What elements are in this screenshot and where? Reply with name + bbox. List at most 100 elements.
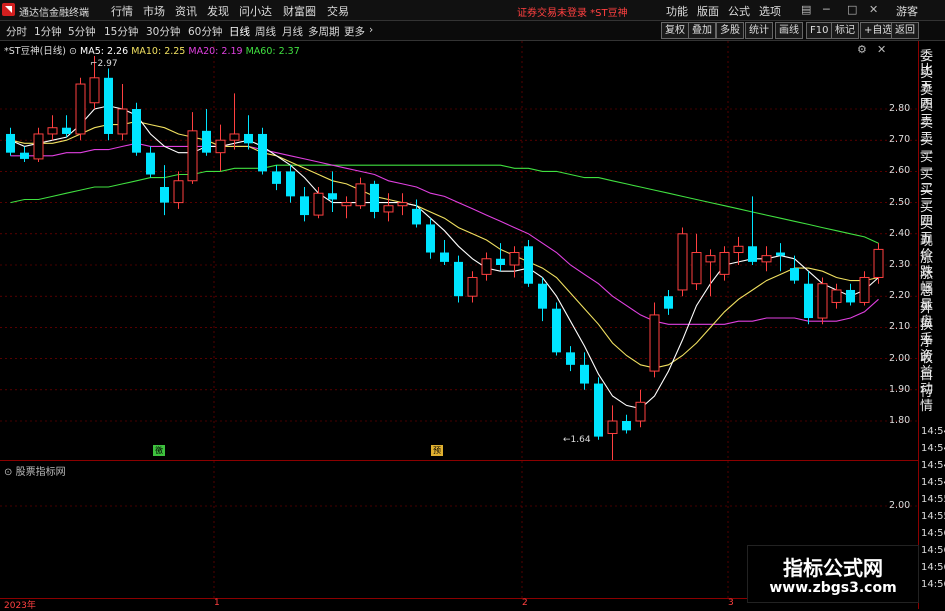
candle-48 [677,227,688,297]
period-tick[interactable]: 分时 [6,24,27,39]
candlestick-chart[interactable] [0,41,918,460]
back-button[interactable]: 返回 [891,22,919,39]
event-badge-1[interactable]: 徼 [153,445,165,456]
candle-47 [664,289,673,315]
watermark: 指标公式网 www.zbgs3.com [747,545,919,603]
candle-body-29 [412,208,421,225]
candle-51 [719,246,730,281]
candle-1 [20,146,29,163]
candle-body-48 [677,233,688,291]
settings-icon[interactable]: ⊙ [69,46,77,57]
menu-icon[interactable]: ▤ [801,3,811,16]
ma10-label: MA10: 2.25 [131,46,186,57]
event-badge-2[interactable]: 预 [431,445,443,456]
menu-discover[interactable]: 发现 [207,3,229,19]
menu-wealth[interactable]: 财富圈 [283,3,316,19]
candle-body-60 [846,289,855,303]
period-5min[interactable]: 5分钟 [68,24,96,39]
minimize-icon[interactable]: ─ [823,3,830,16]
candle-32 [454,255,463,303]
menu-options[interactable]: 选项 [759,3,781,19]
candle-body-43 [607,420,618,434]
y-tick-9: 2.70 [889,134,911,146]
period-daily[interactable]: 日线 [229,24,250,39]
candle-body-4 [62,127,71,134]
overlay-button[interactable]: 叠加 [688,22,716,39]
candle-42 [594,377,603,440]
candle-body-17 [244,133,253,144]
candle-body-25 [355,183,366,207]
candle-3 [47,115,58,141]
candle-body-50 [705,255,716,263]
multi-stock-button[interactable]: 多股 [716,22,744,39]
chart-close-icon[interactable]: ✕ [877,43,886,56]
ma20-label: MA20: 2.19 [188,46,243,57]
chart-settings-icon[interactable]: ⚙ [857,43,867,56]
candle-34 [481,252,492,281]
candle-62 [873,243,884,284]
candle-36 [509,246,520,278]
candle-body-19 [272,171,281,184]
period-monthly[interactable]: 月线 [282,24,303,39]
stats-button[interactable]: 统计 [745,22,773,39]
candle-body-57 [804,283,813,319]
period-60min[interactable]: 60分钟 [188,24,222,39]
trade-time-9: 14:56 [921,579,945,590]
candle-49 [691,233,702,290]
maximize-icon[interactable]: □ [847,3,857,16]
candle-40 [566,346,575,372]
menu-quotes[interactable]: 行情 [111,3,133,19]
candle-body-15 [215,139,226,154]
menu-function[interactable]: 功能 [666,3,688,19]
y-tick-2: 2.00 [889,352,911,364]
trade-time-0: 14:54 [921,426,945,437]
x-label-3: 3 [728,598,734,608]
trade-time-4: 14:55 [921,494,945,505]
login-warning: 证券交易未登录 *ST豆神 [517,8,628,19]
indicator-settings-icon[interactable]: ⊙ [4,467,12,478]
indicator-name: 股票指标网 [15,467,66,478]
guest-label[interactable]: 游客 [896,3,918,19]
y-tick-5: 2.30 [889,259,911,270]
menu-formula[interactable]: 公式 [728,3,750,19]
menu-trade[interactable]: 交易 [327,3,349,19]
candle-57 [804,271,813,325]
menu-market[interactable]: 市场 [143,3,165,19]
y-tick-10: 2.80 [889,103,911,114]
period-toolbar: 分时 1分钟 5分钟 15分钟 30分钟 60分钟 日线 周线 月线 多周期 更… [0,21,945,41]
y-tick-0: 1.80 [889,415,911,426]
candle-body-56 [790,268,799,281]
period-30min[interactable]: 30分钟 [146,24,180,39]
candle-60 [846,283,855,306]
trade-time-2: 14:54 [921,460,945,471]
candle-body-41 [580,364,589,384]
high-marker: ⌐2.97 [90,59,118,69]
menu-news[interactable]: 资讯 [175,3,197,19]
period-multi[interactable]: 多周期 [308,24,340,39]
menu-layout[interactable]: 版面 [697,3,719,19]
candle-59 [831,283,842,309]
period-15min[interactable]: 15分钟 [104,24,138,39]
close-icon[interactable]: ✕ [869,3,878,16]
candle-body-38 [538,283,547,309]
candle-38 [538,277,547,322]
period-1min[interactable]: 1分钟 [34,24,62,39]
candle-body-27 [383,205,394,213]
candle-7 [104,68,113,141]
more-chevron-icon[interactable]: › [369,24,373,36]
draw-button[interactable]: 画线 [775,22,803,39]
menu-ask[interactable]: 问小达 [239,3,272,19]
candle-body-23 [328,193,337,200]
quote-label-20[interactable]: 行情 [920,386,945,414]
period-more[interactable]: 更多 [344,24,365,39]
adjust-button[interactable]: 复权 [661,22,689,39]
candle-12 [173,171,184,209]
period-weekly[interactable]: 周线 [255,24,276,39]
mark-button[interactable]: 标记 [831,22,859,39]
f10-button[interactable]: F10 [806,22,833,39]
candle-body-5 [75,83,86,135]
candle-body-28 [397,202,408,207]
candle-body-35 [496,258,505,265]
candle-30 [426,218,435,259]
trade-time-6: 14:56 [921,528,945,539]
